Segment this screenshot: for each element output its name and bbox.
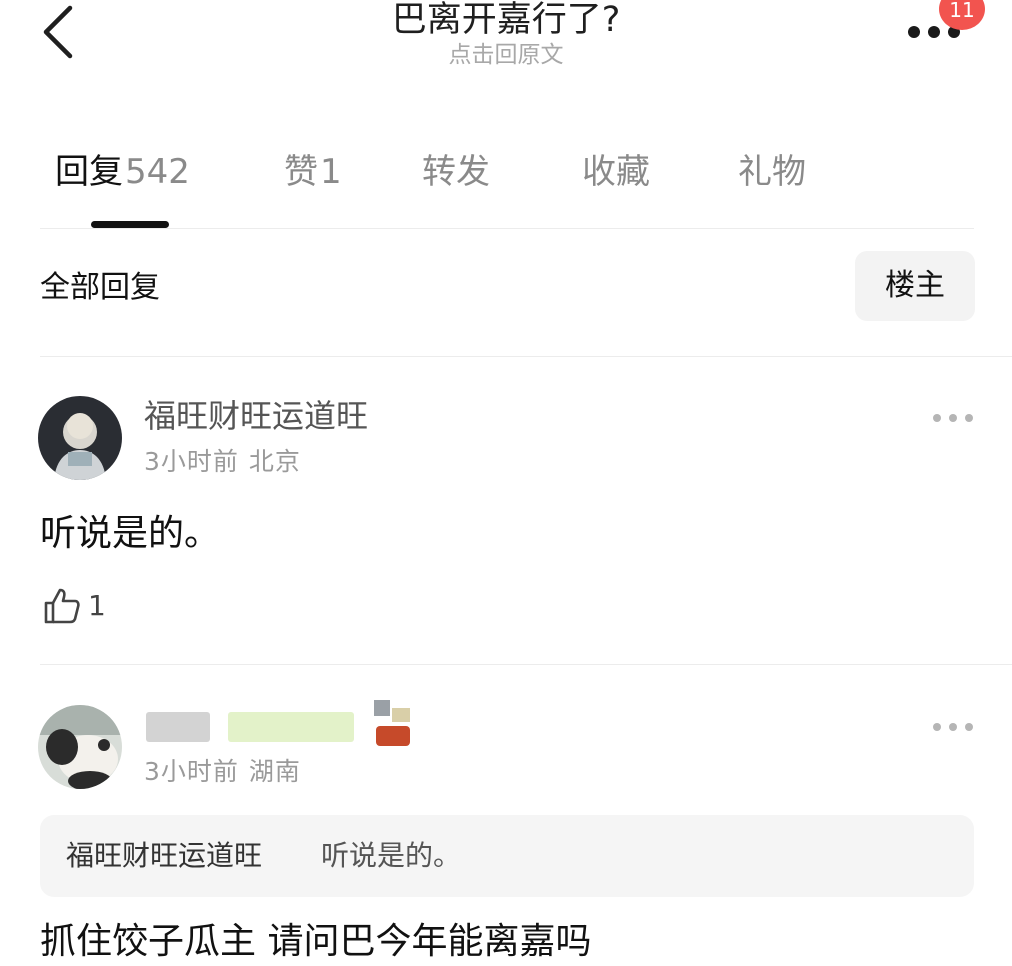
tabs-divider bbox=[40, 228, 974, 229]
quoted-text: 听说是的。 bbox=[321, 839, 462, 872]
tab-favorites[interactable]: 收藏 bbox=[582, 148, 650, 196]
tab-likes-count: 1 bbox=[320, 152, 342, 192]
like-count: 1 bbox=[88, 589, 106, 622]
tab-replies[interactable]: 回复542 bbox=[55, 148, 190, 196]
user-avatar-image bbox=[38, 396, 122, 480]
user-badge-icon-image bbox=[374, 700, 410, 746]
comment-text: 抓住饺子瓜主 请问巴今年能离嘉吗 bbox=[40, 921, 592, 962]
quoted-reply[interactable]: 福旺财旺运道旺 听说是的。 bbox=[40, 815, 974, 897]
thumbs-up-icon bbox=[44, 588, 80, 624]
comment-more-button[interactable] bbox=[930, 719, 976, 733]
tab-likes-label: 赞 bbox=[284, 152, 318, 192]
comment-divider bbox=[40, 664, 1012, 665]
username-pixelated bbox=[146, 712, 210, 742]
tab-gifts-label: 礼物 bbox=[738, 152, 806, 192]
more-horizontal-icon bbox=[933, 414, 973, 422]
avatar[interactable] bbox=[38, 705, 122, 789]
user-level-tag bbox=[228, 712, 354, 742]
tab-likes[interactable]: 赞1 bbox=[284, 148, 342, 196]
comment-location: 北京 bbox=[248, 447, 301, 476]
tab-reposts[interactable]: 转发 bbox=[422, 148, 490, 196]
avatar[interactable] bbox=[38, 396, 122, 480]
comment-meta: 3小时前 湖南 bbox=[144, 755, 301, 789]
more-horizontal-icon bbox=[933, 723, 973, 731]
comment-text: 听说是的。 bbox=[40, 513, 221, 554]
comment-location: 湖南 bbox=[248, 757, 301, 786]
owner-only-button[interactable]: 楼主 bbox=[855, 251, 975, 321]
comment-meta: 3小时前 北京 bbox=[144, 445, 301, 479]
tab-favorites-label: 收藏 bbox=[582, 152, 650, 192]
comment-time: 3小时前 bbox=[144, 757, 239, 786]
quoted-author: 福旺财旺运道旺 bbox=[66, 839, 263, 872]
active-tab-indicator bbox=[91, 221, 169, 228]
panda-avatar-image bbox=[38, 705, 122, 789]
comment-more-button[interactable] bbox=[930, 410, 976, 424]
comment-username[interactable]: 福旺财旺运道旺 bbox=[144, 395, 368, 437]
back-to-original-link[interactable]: 点击回原文 bbox=[0, 40, 1012, 70]
comment-time: 3小时前 bbox=[144, 447, 239, 476]
like-button[interactable] bbox=[42, 586, 82, 626]
page-title: 巴离开嘉行了? bbox=[391, 0, 621, 40]
filter-divider bbox=[40, 356, 1012, 357]
user-badge-icon bbox=[372, 700, 418, 750]
tab-gifts[interactable]: 礼物 bbox=[738, 148, 806, 196]
all-replies-label: 全部回复 bbox=[40, 270, 160, 305]
tab-replies-count: 542 bbox=[125, 152, 190, 192]
tab-replies-label: 回复 bbox=[55, 152, 123, 192]
tab-reposts-label: 转发 bbox=[422, 152, 490, 192]
